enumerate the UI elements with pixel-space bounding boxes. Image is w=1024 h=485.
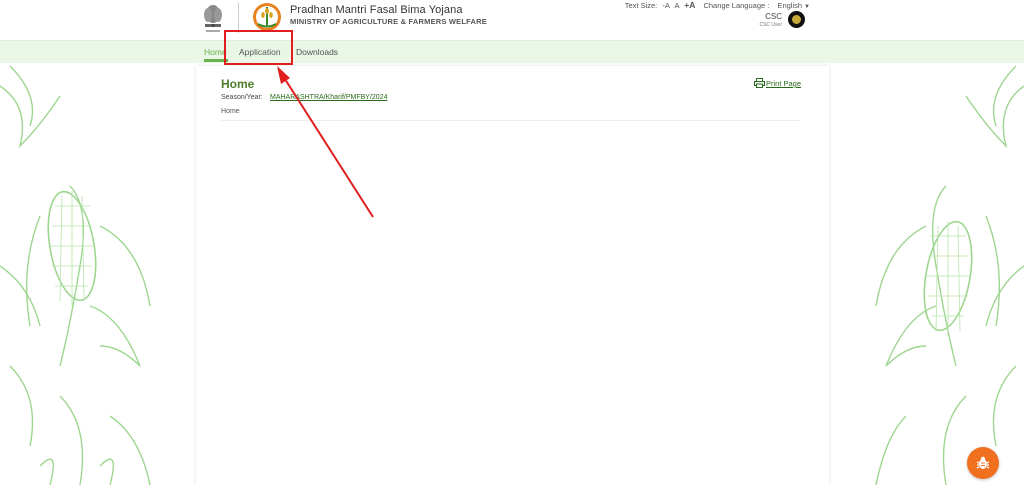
main-content-card: Home Season/Year: MAHARASHTRA/Kharif/PMF… xyxy=(196,66,829,485)
language-label: Change Language : xyxy=(703,1,770,10)
printer-icon xyxy=(754,78,765,88)
bug-icon xyxy=(976,456,990,469)
chevron-down-icon: ▼ xyxy=(804,4,810,10)
ministry-name: MINISTRY OF AGRICULTURE & FARMERS WELFAR… xyxy=(290,17,487,26)
corn-illustration-right xyxy=(875,66,1024,485)
text-size-label: Text Size: xyxy=(624,1,658,10)
accessibility-bar: Text Size: -A A +A Change Language : Eng… xyxy=(622,0,810,10)
report-bug-button[interactable] xyxy=(967,447,999,479)
user-role: CSC User xyxy=(759,22,782,28)
pmfby-logo-icon xyxy=(253,3,281,31)
header-divider xyxy=(238,3,239,33)
text-size-normal-button[interactable]: A xyxy=(675,1,680,10)
season-year-link[interactable]: MAHARASHTRA/Kharif/PMFBY/2024 xyxy=(270,94,387,101)
language-value: English xyxy=(777,1,803,10)
content-divider xyxy=(221,120,801,121)
page-title: Home xyxy=(221,77,255,91)
nav-item-downloads[interactable]: Downloads xyxy=(296,47,338,57)
language-select[interactable]: English ▼ xyxy=(774,1,810,10)
annotation-highlight-box xyxy=(224,30,293,65)
main-nav: Home Application Downloads xyxy=(0,40,1024,63)
text-size-increase-button[interactable]: +A xyxy=(684,0,695,10)
national-emblem-icon xyxy=(204,5,222,32)
breadcrumb: Home xyxy=(221,108,240,115)
user-name: CSC xyxy=(765,12,782,21)
corn-illustration-left xyxy=(0,66,151,485)
print-page-link[interactable]: Print Page xyxy=(766,79,801,88)
season-label: Season/Year: xyxy=(221,94,263,101)
text-size-decrease-button[interactable]: -A xyxy=(662,1,669,10)
site-header: Pradhan Mantri Fasal Bima Yojana MINISTR… xyxy=(0,0,1024,40)
avatar[interactable] xyxy=(788,11,805,28)
site-title: Pradhan Mantri Fasal Bima Yojana xyxy=(290,4,463,16)
